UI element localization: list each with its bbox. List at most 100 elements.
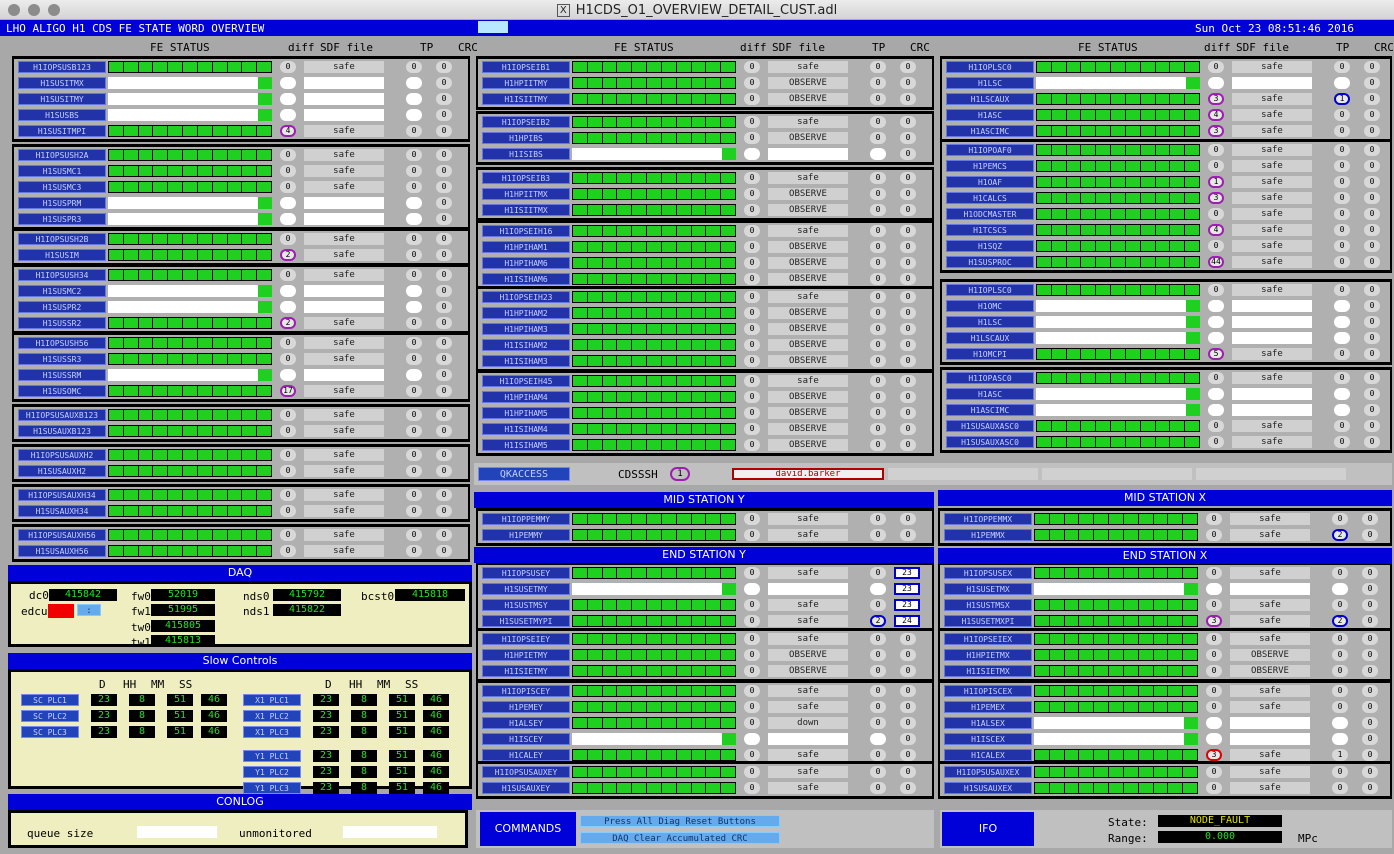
model-name-button[interactable]: H1IOPSEIB3: [482, 172, 570, 184]
model-name-button[interactable]: H1SUSETMX: [944, 583, 1032, 595]
model-name-button[interactable]: H1IOPSEIH23: [482, 291, 570, 303]
model-name-button[interactable]: H1IOPSUSH2B: [18, 233, 106, 245]
model-name-button[interactable]: H1HPIHAM3: [482, 323, 570, 335]
model-name-button[interactable]: H1IOPSUSH56: [18, 337, 106, 349]
model-name-button[interactable]: H1IOPSUSH2A: [18, 149, 106, 161]
plc-button[interactable]: Y1 PLC3: [243, 782, 301, 794]
plc-button[interactable]: X1 PLC2: [243, 710, 301, 722]
model-name-button[interactable]: H1PEMEX: [944, 701, 1032, 713]
plc-button[interactable]: X1 PLC3: [243, 726, 301, 738]
model-name-button[interactable]: H1IOPSEIH16: [482, 225, 570, 237]
model-name-button[interactable]: H1SUSSRM: [18, 369, 106, 381]
model-name-button[interactable]: H1ISIETMY: [482, 665, 570, 677]
model-name-button[interactable]: H1CALCS: [946, 192, 1034, 204]
model-name-button[interactable]: H1ISIHAM4: [482, 423, 570, 435]
model-name-button[interactable]: H1HPIHAM4: [482, 391, 570, 403]
model-name-button[interactable]: H1SUSBS: [18, 109, 106, 121]
model-name-button[interactable]: H1SUSMC3: [18, 181, 106, 193]
model-name-button[interactable]: H1IOPSEIEX: [944, 633, 1032, 645]
model-name-button[interactable]: H1SUSETMYPI: [482, 615, 570, 627]
model-name-button[interactable]: H1IOPPEMMY: [482, 513, 570, 525]
plc-button[interactable]: X1 PLC1: [243, 694, 301, 706]
model-name-button[interactable]: H1OMCPI: [946, 348, 1034, 360]
model-name-button[interactable]: H1SUSAUXH56: [18, 545, 106, 557]
model-name-button[interactable]: H1IOPSEIB1: [482, 61, 570, 73]
model-name-button[interactable]: H1HPIITMY: [482, 77, 570, 89]
plc-button[interactable]: SC PLC1: [21, 694, 79, 706]
model-name-button[interactable]: H1HPIBS: [482, 132, 570, 144]
model-name-button[interactable]: H1SUSTMSX: [944, 599, 1032, 611]
model-name-button[interactable]: H1SUSMC1: [18, 165, 106, 177]
model-name-button[interactable]: H1SUSPR3: [18, 213, 106, 225]
model-name-button[interactable]: H1IOPSEIEY: [482, 633, 570, 645]
model-name-button[interactable]: H1LSC: [946, 316, 1034, 328]
model-name-button[interactable]: H1ISCEX: [944, 733, 1032, 745]
model-name-button[interactable]: H1ALSEX: [944, 717, 1032, 729]
model-name-button[interactable]: H1HPIHAM5: [482, 407, 570, 419]
model-name-button[interactable]: H1ISIITMX: [482, 204, 570, 216]
model-name-button[interactable]: H1SUSITMY: [18, 93, 106, 105]
model-name-button[interactable]: H1TCSCS: [946, 224, 1034, 236]
model-name-button[interactable]: H1SUSETMXPI: [944, 615, 1032, 627]
plc-button[interactable]: Y1 PLC2: [243, 766, 301, 778]
model-name-button[interactable]: H1ASC: [946, 388, 1034, 400]
model-name-button[interactable]: H1IOPPEMMX: [944, 513, 1032, 525]
model-name-button[interactable]: H1SUSPROC: [946, 256, 1034, 268]
model-name-button[interactable]: H1IOPSUSAUXEY: [482, 766, 570, 778]
model-name-button[interactable]: H1SUSAUXH2: [18, 465, 106, 477]
model-name-button[interactable]: H1ALSEY: [482, 717, 570, 729]
model-name-button[interactable]: H1IOPSUSAUXH34: [18, 489, 106, 501]
diag-reset-button[interactable]: Press All Diag Reset Buttons: [580, 815, 780, 827]
model-name-button[interactable]: H1SUSPRM: [18, 197, 106, 209]
edcu-button[interactable]: :: [77, 604, 101, 616]
model-name-button[interactable]: H1CALEX: [944, 749, 1032, 761]
model-name-button[interactable]: H1SUSAUXASC0: [946, 436, 1034, 448]
model-name-button[interactable]: H1OMC: [946, 300, 1034, 312]
model-name-button[interactable]: H1HPIITMX: [482, 188, 570, 200]
model-name-button[interactable]: H1SUSAUXH34: [18, 505, 106, 517]
model-name-button[interactable]: H1SUSOMC: [18, 385, 106, 397]
model-name-button[interactable]: H1ISIHAM3: [482, 355, 570, 367]
model-name-button[interactable]: H1PEMCS: [946, 160, 1034, 172]
model-name-button[interactable]: H1CALEY: [482, 749, 570, 761]
model-name-button[interactable]: H1IOPSUSH34: [18, 269, 106, 281]
model-name-button[interactable]: H1ISCEY: [482, 733, 570, 745]
model-name-button[interactable]: H1ISIBS: [482, 148, 570, 160]
model-name-button[interactable]: H1SUSIM: [18, 249, 106, 261]
daq-clear-crc-button[interactable]: DAQ Clear Accumulated CRC: [580, 832, 780, 844]
model-name-button[interactable]: H1SUSAUXEX: [944, 782, 1032, 794]
model-name-button[interactable]: H1LSC: [946, 77, 1034, 89]
model-name-button[interactable]: H1ISIHAM5: [482, 439, 570, 451]
model-name-button[interactable]: H1IOPSEIH45: [482, 375, 570, 387]
plc-button[interactable]: SC PLC2: [21, 710, 79, 722]
model-name-button[interactable]: H1HPIHAM1: [482, 241, 570, 253]
model-name-button[interactable]: H1SQZ: [946, 240, 1034, 252]
model-name-button[interactable]: H1SUSETMY: [482, 583, 570, 595]
model-name-button[interactable]: H1IOPSUSAUXH56: [18, 529, 106, 541]
model-name-button[interactable]: H1LSCAUX: [946, 93, 1034, 105]
model-name-button[interactable]: H1SUSITMPI: [18, 125, 106, 137]
model-name-button[interactable]: H1ASCIMC: [946, 125, 1034, 137]
model-name-button[interactable]: H1IOPSUSAUXH2: [18, 449, 106, 461]
model-name-button[interactable]: H1ASCIMC: [946, 404, 1034, 416]
model-name-button[interactable]: H1IOPSUSAUXB123: [18, 409, 106, 421]
model-name-button[interactable]: H1IOPISCEY: [482, 685, 570, 697]
model-name-button[interactable]: H1HPIETMX: [944, 649, 1032, 661]
model-name-button[interactable]: H1IOPSUSEY: [482, 567, 570, 579]
model-name-button[interactable]: H1PEMMY: [482, 529, 570, 541]
model-name-button[interactable]: H1IOPLSC0: [946, 284, 1034, 296]
plc-button[interactable]: Y1 PLC1: [243, 750, 301, 762]
model-name-button[interactable]: H1SUSSR2: [18, 317, 106, 329]
model-name-button[interactable]: H1IOPASC0: [946, 372, 1034, 384]
model-name-button[interactable]: H1PEMMX: [944, 529, 1032, 541]
model-name-button[interactable]: H1SUSSR3: [18, 353, 106, 365]
model-name-button[interactable]: H1IOPISCEX: [944, 685, 1032, 697]
model-name-button[interactable]: H1SUSITMX: [18, 77, 106, 89]
model-name-button[interactable]: H1ISIETMX: [944, 665, 1032, 677]
model-name-button[interactable]: H1HPIETMY: [482, 649, 570, 661]
model-name-button[interactable]: H1ISIITMY: [482, 93, 570, 105]
model-name-button[interactable]: H1PEMEY: [482, 701, 570, 713]
model-name-button[interactable]: H1SUSPR2: [18, 301, 106, 313]
model-name-button[interactable]: H1IOPLSC0: [946, 61, 1034, 73]
model-name-button[interactable]: H1IOPOAF0: [946, 144, 1034, 156]
